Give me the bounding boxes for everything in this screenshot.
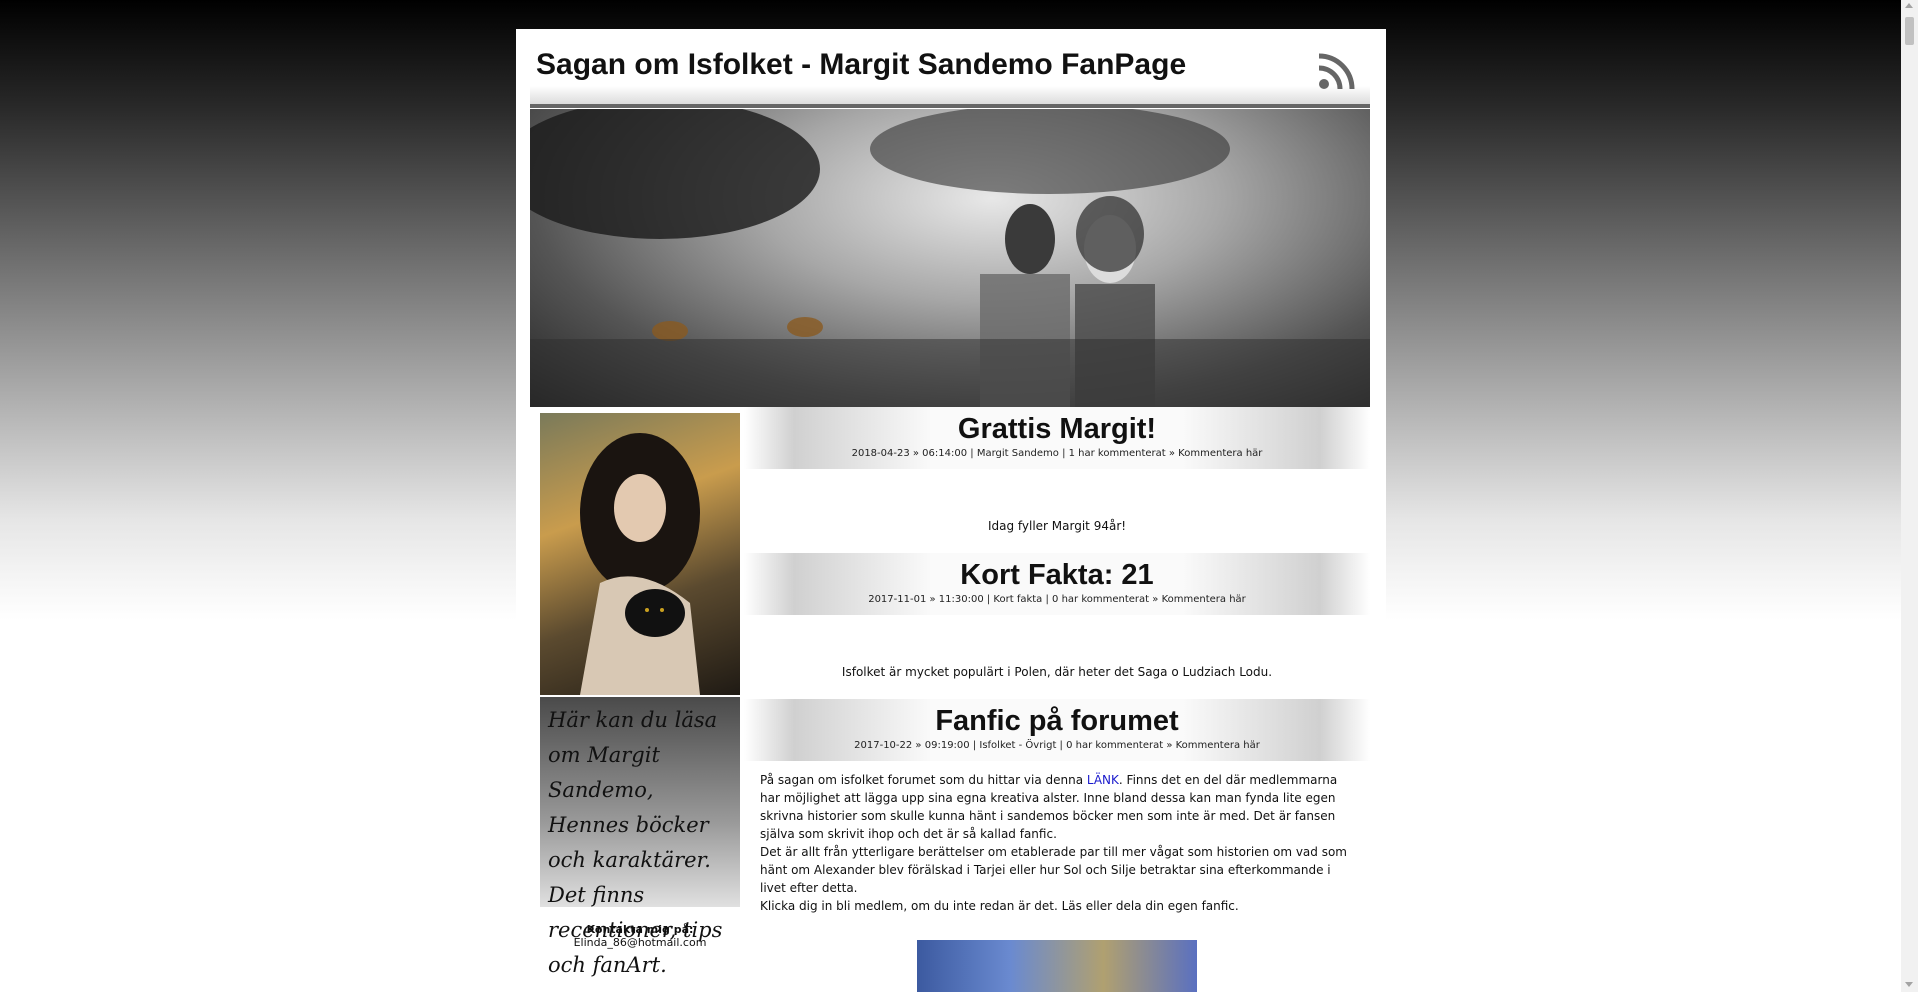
site-header: Sagan om Isfolket - Margit Sandemo FanPa… <box>530 44 1370 108</box>
post-meta: 2017-11-01 » 11:30:00 | Kort fakta | 0 h… <box>868 594 1246 605</box>
scroll-up-arrow-icon[interactable] <box>1905 3 1913 8</box>
post-body: Idag fyller Margit 94år! <box>987 519 1127 533</box>
post-paragraph: Det är allt från ytterligare berättelser… <box>760 845 1347 895</box>
sidebar-intro-text: Här kan du läsa om Margit Sandemo, Henne… <box>540 697 740 977</box>
header-banner-image <box>530 109 1370 407</box>
post-meta: 2018-04-23 » 06:14:00 | Margit Sandemo |… <box>851 448 1263 459</box>
post-header: Kort Fakta: 21 2017-11-01 » 11:30:00 | K… <box>744 553 1370 615</box>
rss-icon[interactable] <box>1316 48 1360 92</box>
post-meta: 2017-10-22 » 09:19:00 | Isfolket - Övrig… <box>854 740 1260 751</box>
post-body: På sagan om isfolket forumet som du hitt… <box>744 761 1370 915</box>
sidebar-portrait-image <box>540 413 740 695</box>
post-header: Grattis Margit! 2018-04-23 » 06:14:00 | … <box>744 407 1370 469</box>
forum-link[interactable]: LÄNK <box>1087 773 1119 787</box>
post-text: På sagan om isfolket forumet som du hitt… <box>760 773 1087 787</box>
post-paragraph: På sagan om isfolket forumet som du hitt… <box>760 771 1354 843</box>
scrollbar-thumb[interactable] <box>1905 17 1914 45</box>
scroll-down-arrow-icon[interactable] <box>1905 982 1913 987</box>
post-paragraph: Klicka dig in bli medlem, om du inte red… <box>760 899 1239 913</box>
site-title[interactable]: Sagan om Isfolket - Margit Sandemo FanPa… <box>536 48 1186 82</box>
post-title[interactable]: Grattis Margit! <box>744 407 1370 447</box>
main-content: Grattis Margit! 2018-04-23 » 06:14:00 | … <box>744 407 1370 915</box>
fanfic-post-image <box>917 940 1197 992</box>
page-scrollbar[interactable] <box>1901 0 1918 992</box>
post-body: Isfolket är mycket populärt i Polen, där… <box>841 665 1273 679</box>
post: Fanfic på forumet 2017-10-22 » 09:19:00 … <box>744 699 1370 915</box>
sidebar: Här kan du läsa om Margit Sandemo, Henne… <box>540 413 740 977</box>
post-title[interactable]: Kort Fakta: 21 <box>744 553 1370 593</box>
post-header: Fanfic på forumet 2017-10-22 » 09:19:00 … <box>744 699 1370 761</box>
post-title[interactable]: Fanfic på forumet <box>744 699 1370 739</box>
post: Grattis Margit! 2018-04-23 » 06:14:00 | … <box>744 407 1370 553</box>
post: Kort Fakta: 21 2017-11-01 » 11:30:00 | K… <box>744 553 1370 699</box>
